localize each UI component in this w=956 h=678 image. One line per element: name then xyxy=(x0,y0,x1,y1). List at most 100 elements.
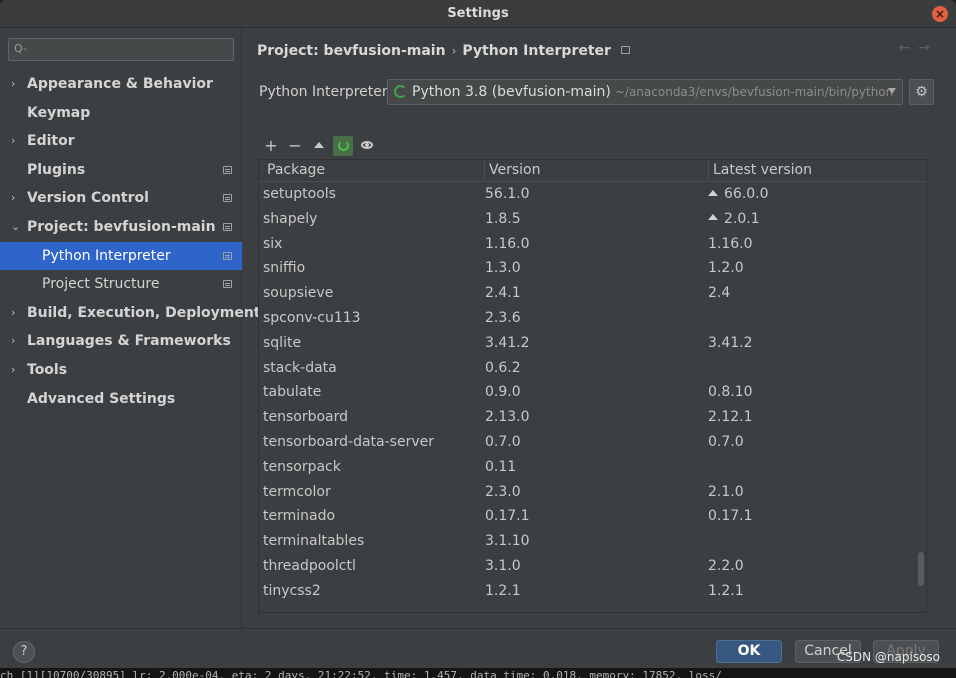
chevron-right-icon[interactable]: › xyxy=(11,356,15,385)
sidebar-item-label: Editor xyxy=(27,133,75,150)
window-title: Settings xyxy=(447,6,509,21)
package-latest-text: 2.0.1 xyxy=(724,210,760,227)
table-row[interactable]: shapely 1.8.5 2.0.1 xyxy=(259,207,926,232)
sidebar-item-editor[interactable]: › Editor xyxy=(0,127,242,156)
package-name: shapely xyxy=(263,207,317,232)
sidebar-item-label: Python Interpreter xyxy=(42,247,171,264)
package-version-text: 1.3.0 xyxy=(485,260,521,277)
package-latest: 2.4 xyxy=(708,281,730,306)
package-name-text: tabulate xyxy=(263,384,322,401)
package-version: 56.1.0 xyxy=(485,182,530,207)
chevron-down-icon[interactable]: ⌄ xyxy=(11,213,20,242)
gear-icon[interactable]: ⚙ xyxy=(909,79,934,105)
interpreter-path: ~/anaconda3/envs/bevfusion-main/bin/pyth… xyxy=(614,85,894,99)
table-row[interactable]: sniffio 1.3.0 1.2.0 xyxy=(259,256,926,281)
package-version: 2.4.1 xyxy=(485,281,521,306)
sidebar-item-keymap[interactable]: Keymap xyxy=(0,99,242,128)
help-button[interactable]: ? xyxy=(13,641,35,663)
sidebar-item-version-control[interactable]: › Version Control xyxy=(0,184,242,213)
table-row[interactable]: spconv-cu113 2.3.6 xyxy=(259,306,926,331)
sidebar-item-languages-frameworks[interactable]: › Languages & Frameworks xyxy=(0,327,242,356)
package-latest-text: 1.2.1 xyxy=(708,582,744,599)
table-header: Package Version Latest version xyxy=(259,160,926,182)
package-latest-text: 1.16.0 xyxy=(708,235,753,252)
ok-button[interactable]: OK xyxy=(716,640,782,663)
table-row[interactable]: soupsieve 2.4.1 2.4 xyxy=(259,281,926,306)
table-row[interactable]: stack-data 0.6.2 xyxy=(259,356,926,381)
search-input[interactable]: Q- xyxy=(8,38,234,61)
package-name-text: soupsieve xyxy=(263,285,334,302)
package-version: 1.3.0 xyxy=(485,256,521,281)
title-bar: Settings × xyxy=(0,0,956,28)
breadcrumb-project[interactable]: Project: bevfusion-main xyxy=(257,43,446,59)
chevron-right-icon[interactable]: › xyxy=(11,327,15,356)
package-name: stack-data xyxy=(263,356,337,381)
table-row[interactable]: termcolor 2.3.0 2.1.0 xyxy=(259,480,926,505)
table-row[interactable]: threadpoolctl 3.1.0 2.2.0 xyxy=(259,554,926,579)
package-latest: 1.16.0 xyxy=(708,232,753,257)
back-forward-arrows[interactable]: ←→ xyxy=(899,40,938,56)
package-version: 0.17.1 xyxy=(485,504,530,529)
refresh-button[interactable] xyxy=(333,136,353,156)
upgrade-package-button[interactable] xyxy=(309,136,329,156)
breadcrumb-page: Python Interpreter xyxy=(462,43,611,59)
table-row[interactable]: setuptools 56.1.0 66.0.0 xyxy=(259,182,926,207)
table-row[interactable]: tensorboard 2.13.0 2.12.1 xyxy=(259,405,926,430)
package-name: tabulate xyxy=(263,380,321,405)
settings-nav: › Appearance & Behavior Keymap › Editor Plugi… xyxy=(0,70,261,414)
project-scope-icon xyxy=(223,280,232,289)
table-row[interactable]: tinycss2 1.2.1 1.2.1 xyxy=(259,579,926,604)
sidebar-item-project-structure[interactable]: Project Structure xyxy=(0,270,242,299)
package-version: 0.9.0 xyxy=(485,380,521,405)
package-latest: 1.2.0 xyxy=(708,256,744,281)
table-row[interactable]: sqlite 3.41.2 3.41.2 xyxy=(259,331,926,356)
package-version: 0.6.2 xyxy=(485,356,521,381)
sidebar-item-plugins[interactable]: Plugins xyxy=(0,156,242,185)
sidebar-item-advanced-settings[interactable]: Advanced Settings xyxy=(0,385,242,414)
interpreter-dropdown[interactable]: Python 3.8 (bevfusion-main) ~/anaconda3/e… xyxy=(387,79,903,105)
show-early-releases-button[interactable] xyxy=(357,136,377,156)
chevron-right-icon[interactable]: › xyxy=(11,70,15,99)
scrollbar-thumb[interactable] xyxy=(918,552,924,586)
close-icon[interactable]: × xyxy=(932,6,948,22)
table-row[interactable]: tabulate 0.9.0 0.8.10 xyxy=(259,380,926,405)
package-name: six xyxy=(263,232,282,257)
table-row[interactable]: tensorpack 0.11 xyxy=(259,455,926,480)
package-version-text: 3.41.2 xyxy=(485,334,530,351)
chevron-right-icon[interactable]: › xyxy=(11,127,15,156)
package-version: 3.1.0 xyxy=(485,554,521,579)
remove-package-button[interactable]: − xyxy=(285,136,305,156)
chevron-right-icon[interactable]: › xyxy=(11,299,15,328)
breadcrumb-separator: › xyxy=(451,44,457,58)
back-arrow-icon[interactable]: ← xyxy=(899,40,919,56)
sidebar-item-appearance-behavior[interactable]: › Appearance & Behavior xyxy=(0,70,242,99)
sidebar-item-build-execution-deployment[interactable]: › Build, Execution, Deployment xyxy=(0,299,261,328)
package-name-text: tensorboard-data-server xyxy=(263,433,434,450)
package-name-text: setuptools xyxy=(263,186,336,202)
table-scrollbar[interactable] xyxy=(916,182,926,612)
interpreter-label: Python Interpreter: xyxy=(259,84,393,100)
column-header-version[interactable]: Version xyxy=(484,160,708,182)
package-version-text: 0.9.0 xyxy=(485,384,521,401)
table-row[interactable]: terminado 0.17.1 0.17.1 xyxy=(259,504,926,529)
main-panel: Project: bevfusion-main › Python Interpret… xyxy=(243,28,956,628)
table-row[interactable]: tensorboard-data-server 0.7.0 0.7.0 xyxy=(259,430,926,455)
sidebar-item-tools[interactable]: › Tools xyxy=(0,356,242,385)
table-row[interactable]: six 1.16.0 1.16.0 xyxy=(259,232,926,257)
package-version-text: 1.2.1 xyxy=(485,582,521,599)
table-row[interactable]: terminaltables 3.1.10 xyxy=(259,529,926,554)
sidebar-item-label: Plugins xyxy=(27,161,86,178)
table-body: setuptools 56.1.0 66.0.0 shapely 1.8.5 2.0.1 s… xyxy=(259,182,926,604)
column-header-latest[interactable]: Latest version xyxy=(708,160,926,182)
chevron-right-icon[interactable]: › xyxy=(11,184,15,213)
package-latest: 0.7.0 xyxy=(708,430,744,455)
sidebar-item-label: Advanced Settings xyxy=(27,390,176,407)
forward-arrow-icon[interactable]: → xyxy=(918,40,938,56)
sidebar-item-project-bevfusion-main[interactable]: ⌄ Project: bevfusion-main xyxy=(0,213,242,242)
add-package-button[interactable]: + xyxy=(261,136,281,156)
package-name: spconv-cu113 xyxy=(263,306,361,331)
project-scope-icon xyxy=(223,194,232,203)
package-name: termcolor xyxy=(263,480,331,505)
sidebar-item-python-interpreter[interactable]: Python Interpreter xyxy=(0,241,242,271)
column-header-package[interactable]: Package xyxy=(267,162,325,178)
